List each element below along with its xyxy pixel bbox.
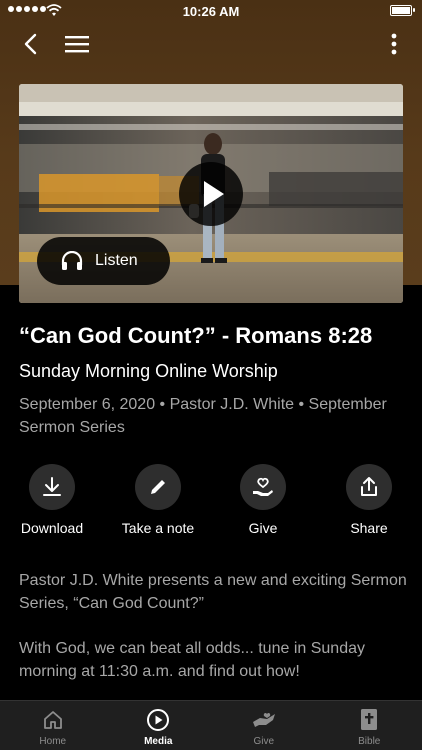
battery-icon	[390, 5, 415, 16]
tab-give[interactable]: Give	[211, 701, 317, 750]
play-circle-icon	[147, 709, 170, 731]
download-icon	[43, 477, 61, 496]
description-paragraph: Pastor J.D. White presents a new and exc…	[19, 572, 407, 612]
sermon-meta: September 6, 2020 • Pastor J.D. White • …	[19, 396, 387, 436]
give-icon	[252, 712, 275, 727]
share-label: Share	[350, 520, 388, 536]
give-label: Give	[248, 520, 278, 536]
play-icon	[204, 181, 224, 207]
sermon-subtitle: Sunday Morning Online Worship	[19, 361, 278, 381]
bible-icon	[361, 709, 378, 730]
tab-home[interactable]: Home	[0, 701, 106, 750]
description-paragraph: With God, we can beat all odds... tune i…	[19, 640, 365, 680]
listen-label: Listen	[95, 252, 138, 269]
tab-home-label: Home	[39, 736, 67, 747]
play-button[interactable]	[179, 162, 243, 226]
nav-bar	[0, 22, 422, 66]
tab-give-label: Give	[253, 736, 275, 747]
give-action[interactable]: Give	[208, 464, 318, 536]
pencil-icon	[151, 480, 165, 494]
give-hand-heart-icon	[253, 477, 273, 496]
download-button[interactable]	[29, 464, 75, 510]
take-note-action[interactable]: Take a note	[103, 464, 213, 536]
listen-button[interactable]: Listen	[37, 237, 170, 285]
sermon-description: Pastor J.D. White presents a new and exc…	[19, 569, 409, 683]
download-label: Download	[20, 520, 84, 536]
tab-media-label: Media	[144, 736, 173, 747]
take-note-button[interactable]	[135, 464, 181, 510]
video-player[interactable]: Listen	[19, 84, 403, 303]
home-icon	[43, 711, 62, 729]
status-time: 10:26 AM	[182, 4, 240, 19]
tab-bar: Home Media Give Bible	[0, 700, 422, 750]
give-button[interactable]	[240, 464, 286, 510]
status-bar: 10:26 AM	[0, 0, 422, 22]
take-note-label: Take a note	[121, 520, 195, 536]
share-button[interactable]	[346, 464, 392, 510]
tab-bible-label: Bible	[358, 736, 381, 747]
chevron-left-icon[interactable]	[18, 30, 46, 58]
hamburger-menu-icon[interactable]	[64, 32, 90, 56]
more-vertical-icon[interactable]	[384, 30, 404, 58]
headphones-icon	[61, 251, 83, 270]
tab-bible[interactable]: Bible	[317, 701, 422, 750]
action-row: Download Take a note Give Share	[0, 464, 422, 544]
download-action[interactable]: Download	[0, 464, 107, 536]
sermon-title: “Can God Count?” - Romans 8:28	[19, 323, 373, 348]
tab-media[interactable]: Media	[106, 701, 212, 750]
share-action[interactable]: Share	[314, 464, 422, 536]
share-icon	[361, 477, 377, 496]
